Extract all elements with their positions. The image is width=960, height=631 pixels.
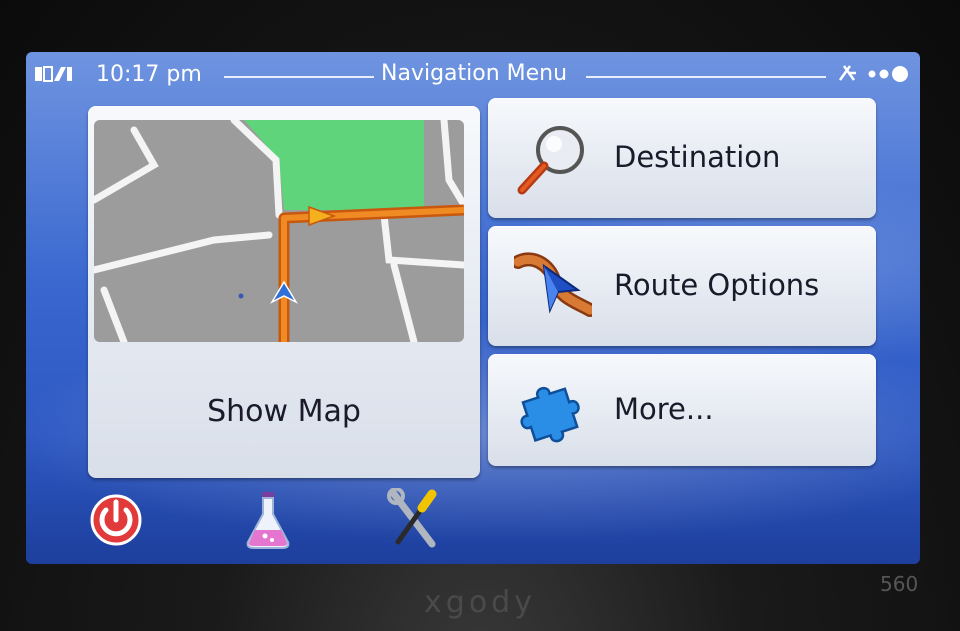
map-preview	[94, 120, 464, 342]
destination-button[interactable]: Destination	[488, 98, 876, 218]
show-map-label: Show Map	[207, 394, 361, 429]
navigation-screen: 10:17 pm Navigation Menu Show Map Destin…	[26, 52, 920, 564]
more-button[interactable]: More...	[488, 354, 876, 466]
puzzle-icon	[520, 386, 580, 443]
title-divider	[586, 76, 826, 78]
destination-label: Destination	[614, 140, 781, 174]
page-title: Navigation Menu	[381, 61, 568, 86]
tools-icon[interactable]	[384, 488, 444, 550]
more-label: More...	[614, 392, 714, 426]
title-divider	[224, 76, 374, 78]
gps-satellite-icon	[838, 65, 908, 82]
magnifier-icon	[517, 126, 584, 195]
gps-device: 10:17 pm Navigation Menu Show Map Destin…	[0, 0, 960, 631]
device-brand: xgody	[424, 585, 536, 620]
flask-icon[interactable]	[238, 488, 298, 550]
power-icon[interactable]	[86, 488, 146, 550]
show-map-button[interactable]: Show Map	[88, 106, 480, 478]
signal-strength-icon	[35, 66, 72, 82]
clock-time: 10:17 pm	[96, 62, 202, 87]
device-model: 560	[880, 572, 919, 596]
route-options-button[interactable]: Route Options	[488, 226, 876, 346]
route-options-label: Route Options	[614, 268, 820, 302]
status-bar: 10:17 pm Navigation Menu	[26, 52, 920, 98]
map-preview-graphic	[94, 120, 464, 342]
route-options-icon	[514, 252, 592, 317]
